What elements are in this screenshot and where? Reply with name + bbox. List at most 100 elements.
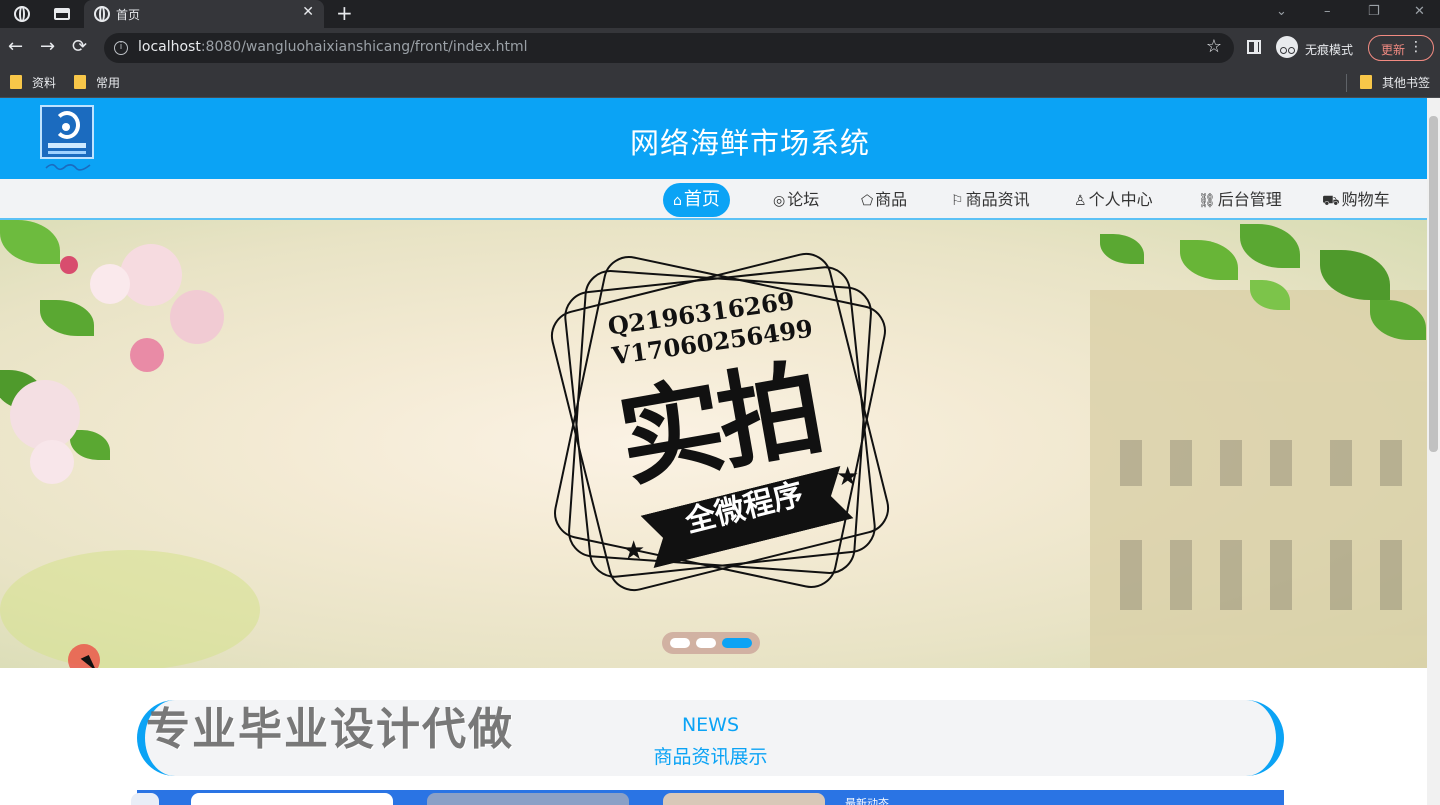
globe-icon: ◎ xyxy=(773,193,786,209)
carousel-dot-1[interactable] xyxy=(670,638,690,648)
news-card-caption: 最新动态 xyxy=(845,797,889,805)
address-bar[interactable]: i localhost:8080/wangluohaixianshicang/f… xyxy=(104,33,1234,63)
news-cards-row: 最新动态 xyxy=(131,790,1284,805)
forward-button[interactable]: → xyxy=(40,36,55,58)
link-icon: ⛓ xyxy=(1198,193,1216,209)
nav-user-center[interactable]: ♙ 个人中心 xyxy=(1074,183,1153,217)
leaf-decoration xyxy=(1100,234,1144,264)
leaf-decoration xyxy=(1180,240,1238,280)
tab-title: 首页 xyxy=(116,8,141,22)
carousel-indicators xyxy=(662,632,760,654)
flag-icon: ⚐ xyxy=(951,193,964,209)
reload-button[interactable]: ⟳ xyxy=(72,36,87,58)
leaf-decoration xyxy=(1240,224,1300,268)
building-window xyxy=(1380,540,1402,610)
restore-button[interactable]: ❐ xyxy=(1368,4,1380,19)
blossom-decoration xyxy=(10,380,80,450)
tab-close-icon[interactable]: ✕ xyxy=(302,4,314,20)
news-card[interactable] xyxy=(427,793,629,805)
incognito-icon xyxy=(1276,36,1298,58)
building-window xyxy=(1120,540,1142,610)
building-window xyxy=(1220,540,1242,610)
folder-icon xyxy=(1360,75,1372,89)
nav-products[interactable]: ⬠ 商品 xyxy=(861,183,907,217)
update-button[interactable]: 更新 ⋮ xyxy=(1368,35,1434,61)
blossom-decoration xyxy=(90,264,130,304)
nav-products-label: 商品 xyxy=(875,190,908,209)
page-viewport: 网络海鲜市场系统 ⌂ 首页 ◎ 论坛 ⬠ 商品 ⚐ 商品资讯 ♙ 个人中心 ⛓ 后台管理 ⛟… xyxy=(0,98,1440,805)
news-section: NEWS 商品资讯展示 专业毕业设计代做 最新动态 xyxy=(0,668,1427,805)
nav-admin-label: 后台管理 xyxy=(1217,190,1282,209)
tag-icon: ⬠ xyxy=(861,193,874,209)
leaf-decoration xyxy=(0,220,60,264)
bokeh-decoration xyxy=(0,550,260,668)
close-window-button[interactable]: ✕ xyxy=(1414,4,1425,19)
building-window xyxy=(1170,540,1192,610)
building-window xyxy=(1270,540,1292,610)
building-window xyxy=(1330,440,1352,486)
new-tab-button[interactable]: + xyxy=(336,1,353,25)
nav-cart[interactable]: ⛟ 购物车 xyxy=(1322,183,1390,217)
bookmark-folder-changyong[interactable]: 常用 xyxy=(96,74,120,91)
other-bookmarks[interactable]: 其他书签 xyxy=(1382,74,1430,91)
nav-forum[interactable]: ◎ 论坛 xyxy=(773,183,819,217)
blossom-decoration xyxy=(30,440,74,484)
tab-favicon-icon xyxy=(94,6,110,22)
leaf-decoration xyxy=(40,300,94,336)
tab-groups-icon[interactable] xyxy=(54,8,70,20)
news-card[interactable] xyxy=(131,793,159,805)
cart-icon: ⛟ xyxy=(1322,193,1340,209)
building-window xyxy=(1170,440,1192,486)
nav-admin[interactable]: ⛓ 后台管理 xyxy=(1198,183,1282,217)
bookmark-divider xyxy=(1346,74,1347,92)
blossom-decoration xyxy=(130,338,164,372)
browser-tab-strip: 首页 ✕ + ⌄ – ❐ ✕ xyxy=(0,0,1440,28)
browser-tab-home[interactable]: 首页 ✕ xyxy=(84,0,324,28)
hero-carousel[interactable]: Q2196316269 V17060256499 实拍 全微程序 ★ ★ xyxy=(0,220,1427,668)
site-info-icon[interactable]: i xyxy=(114,41,128,55)
bookmark-star-icon[interactable]: ☆ xyxy=(1206,36,1222,57)
carousel-dot-2[interactable] xyxy=(696,638,716,648)
scrollbar-thumb[interactable] xyxy=(1429,116,1438,452)
star-icon: ★ xyxy=(622,536,646,566)
home-icon: ⌂ xyxy=(673,193,682,209)
bookmarks-bar: 资料 常用 其他书签 xyxy=(0,68,1440,98)
incognito-label: 无痕模式 xyxy=(1305,43,1354,57)
building-window xyxy=(1380,440,1402,486)
building-window xyxy=(1120,440,1142,486)
logo-signature-icon xyxy=(45,163,91,171)
nav-home-label: 首页 xyxy=(683,189,720,210)
nav-home[interactable]: ⌂ 首页 xyxy=(663,183,730,217)
user-icon: ♙ xyxy=(1074,193,1087,209)
leaf-decoration xyxy=(70,430,110,460)
blossom-decoration xyxy=(60,256,78,274)
folder-icon xyxy=(10,75,22,89)
folder-icon xyxy=(74,75,86,89)
nav-forum-label: 论坛 xyxy=(787,190,820,209)
building-window xyxy=(1270,440,1292,486)
back-button[interactable]: ← xyxy=(8,36,23,58)
bookmark-folder-ziliao[interactable]: 资料 xyxy=(32,74,56,91)
tab-search-icon[interactable]: ⌄ xyxy=(1276,4,1287,19)
nav-product-news[interactable]: ⚐ 商品资讯 xyxy=(951,183,1030,217)
site-header: 网络海鲜市场系统 xyxy=(0,98,1427,179)
minimize-button[interactable]: – xyxy=(1324,4,1331,19)
nav-user-center-label: 个人中心 xyxy=(1088,190,1153,209)
watermark-text: 专业毕业设计代做 xyxy=(146,704,514,755)
menu-dots-icon[interactable]: ⋮ xyxy=(1409,39,1423,55)
update-label: 更新 xyxy=(1381,43,1406,57)
profile-globe-icon[interactable] xyxy=(14,6,30,22)
carousel-dot-3[interactable] xyxy=(722,638,752,648)
building-window xyxy=(1330,540,1352,610)
star-icon: ★ xyxy=(836,462,860,492)
news-card[interactable] xyxy=(663,793,825,805)
nav-cart-label: 购物车 xyxy=(1341,190,1390,209)
site-title: 网络海鲜市场系统 xyxy=(629,126,870,160)
side-panel-icon[interactable] xyxy=(1247,40,1261,54)
page-scrollbar[interactable] xyxy=(1427,98,1440,805)
url-text: localhost:8080/wangluohaixianshicang/fro… xyxy=(138,39,528,55)
nav-product-news-label: 商品资讯 xyxy=(965,190,1030,209)
main-nav: ⌂ 首页 ◎ 论坛 ⬠ 商品 ⚐ 商品资讯 ♙ 个人中心 ⛓ 后台管理 ⛟ 购物车 xyxy=(0,179,1427,220)
news-card[interactable] xyxy=(191,793,393,805)
browser-toolbar: ← → ⟳ i localhost:8080/wangluohaixianshi… xyxy=(0,28,1440,68)
